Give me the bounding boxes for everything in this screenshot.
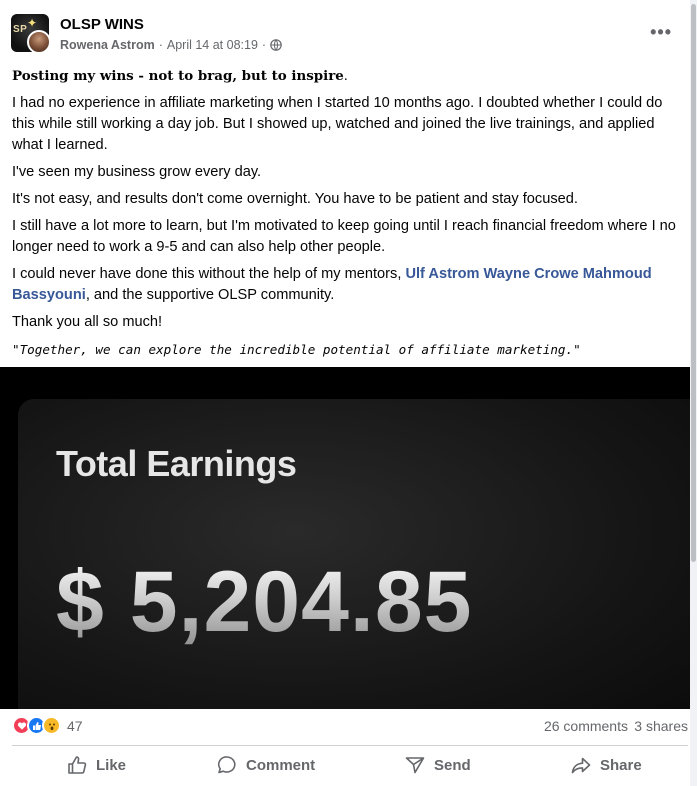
share-icon — [571, 757, 591, 774]
earnings-title: Total Earnings — [56, 443, 297, 484]
actions-divider — [12, 745, 688, 746]
author-avatar[interactable] — [27, 30, 51, 54]
group-name[interactable]: OLSP WINS — [60, 16, 144, 33]
wow-icon — [42, 716, 61, 735]
star-icon: ✦ — [27, 16, 38, 30]
post-header: ✦ SP OLSP WINS Rowena Astrom · April 14 … — [0, 0, 690, 62]
post-actions: Like Comment Send Share — [12, 748, 688, 782]
earnings-value: $ 5,204.85 — [56, 554, 473, 650]
shares-count[interactable]: 3 shares — [634, 718, 688, 734]
post-paragraph-2: I've seen my business grow every day. — [12, 164, 262, 180]
scrollbar-thumb[interactable] — [691, 4, 696, 562]
comment-icon — [217, 756, 236, 774]
group-avatar-text: SP — [13, 24, 28, 35]
share-button[interactable]: Share — [570, 754, 642, 776]
post-headline: Posting my wins - not to brag, but to in… — [12, 68, 344, 84]
comments-count[interactable]: 26 comments — [544, 718, 628, 734]
like-button[interactable]: Like — [66, 754, 126, 776]
share-label: Share — [600, 756, 642, 774]
earnings-card: Total Earnings $ 5,204.85 — [18, 399, 690, 709]
send-button[interactable]: Send — [404, 754, 471, 776]
scrollbar-track[interactable] — [690, 0, 697, 786]
post-text: Posting my wins - not to brag, but to in… — [12, 66, 688, 366]
reaction-count[interactable]: 47 — [67, 718, 83, 734]
post-paragraph-5: I could never have done this without the… — [12, 264, 688, 306]
post-timestamp[interactable]: April 14 at 08:19 — [167, 38, 258, 52]
send-icon — [405, 757, 425, 774]
more-options-button[interactable]: ••• — [650, 22, 672, 43]
comment-label: Comment — [246, 756, 316, 774]
post-paragraph-4: I still have a lot more to learn, but I'… — [12, 218, 676, 255]
headline-period: . — [343, 68, 348, 84]
reactions-summary[interactable]: 47 — [12, 716, 83, 735]
paragraph-5-start: I could never have done this without the… — [12, 266, 406, 282]
thumbs-up-icon — [68, 756, 87, 774]
send-label: Send — [434, 756, 471, 774]
meta-separator: · — [261, 38, 267, 52]
globe-icon — [270, 39, 282, 51]
comment-button[interactable]: Comment — [216, 754, 315, 776]
post-quote: "Together, we can explore the incredible… — [12, 342, 581, 357]
meta-separator: · — [158, 38, 163, 52]
post-paragraph-3: It's not easy, and results don't come ov… — [12, 191, 578, 207]
author-name[interactable]: Rowena Astrom — [60, 38, 155, 52]
like-label: Like — [96, 756, 127, 774]
post-meta: Rowena Astrom · April 14 at 08:19 · — [60, 38, 282, 52]
post-stats: 47 26 comments 3 shares — [12, 716, 688, 738]
post-paragraph-1: I had no experience in affiliate marketi… — [12, 95, 663, 153]
post-image[interactable]: Total Earnings $ 5,204.85 — [0, 367, 690, 709]
post-headline-paragraph: Posting my wins - not to brag, but to in… — [12, 66, 688, 87]
paragraph-5-end: , and the supportive OLSP community. — [85, 287, 335, 303]
post-paragraph-6: Thank you all so much! — [12, 314, 163, 330]
